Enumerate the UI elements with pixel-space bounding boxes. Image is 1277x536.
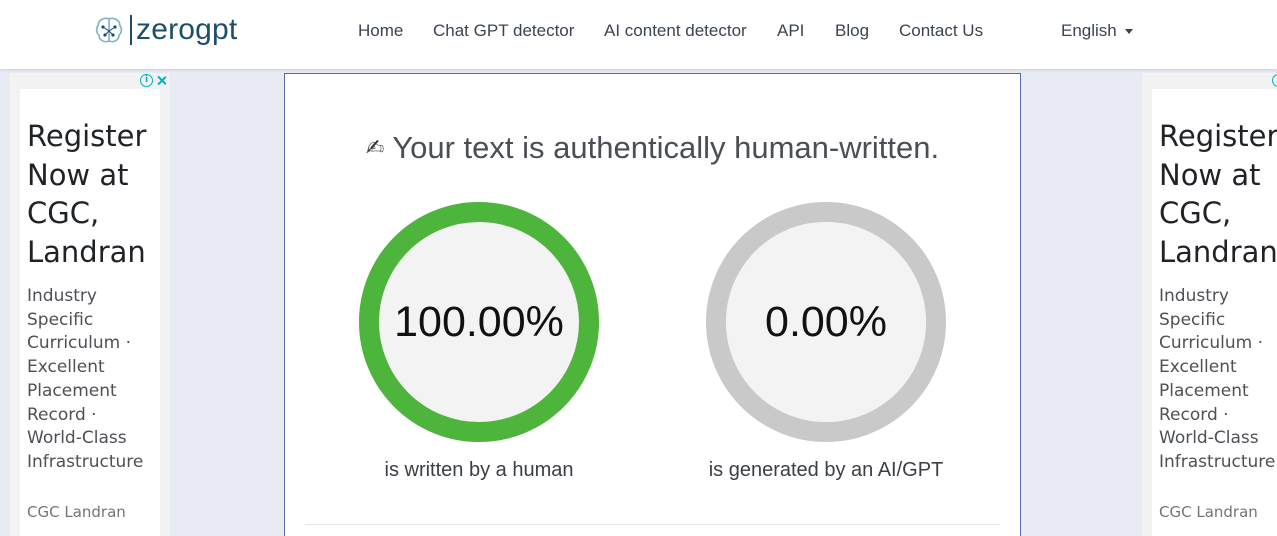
result-card: ✍ Your text is authentically human-writte…	[284, 73, 1021, 536]
top-navbar: zerogpt Home Chat GPT detector AI conten…	[0, 0, 1277, 69]
nav-home[interactable]: Home	[358, 21, 403, 41]
nav-contact-us[interactable]: Contact Us	[899, 21, 983, 41]
ad-body: Industry Specific Curriculum · Excellent…	[1159, 286, 1276, 472]
ad-body: Industry Specific Curriculum · Excellent…	[27, 286, 144, 472]
writing-hand-icon: ✍	[365, 136, 385, 161]
result-headline: ✍ Your text is authentically human-writte…	[285, 130, 1020, 166]
info-icon[interactable]: i	[1272, 74, 1277, 87]
left-ad[interactable]: i Register Now at CGC, Landran Industry …	[10, 73, 170, 536]
brand-name: zerogpt	[136, 13, 238, 46]
section-divider	[305, 524, 1000, 525]
nav-blog[interactable]: Blog	[835, 21, 869, 41]
ad-card[interactable]: Register Now at CGC, Landran Industry Sp…	[1152, 89, 1277, 536]
ad-title[interactable]: Register Now at CGC, Landran	[1159, 117, 1277, 271]
chevron-down-icon	[1124, 28, 1133, 34]
human-percentage: 100.00%	[394, 297, 564, 346]
nav-api[interactable]: API	[777, 21, 804, 41]
ad-title[interactable]: Register Now at CGC, Landran	[27, 117, 152, 271]
human-score-gauge: 100.00%	[359, 202, 599, 442]
language-dropdown[interactable]: English	[1061, 21, 1133, 41]
close-icon[interactable]	[155, 74, 168, 87]
info-icon[interactable]: i	[140, 74, 153, 87]
ad-advertiser[interactable]: CGC Landran	[27, 503, 152, 521]
language-selected: English	[1061, 21, 1117, 40]
nav-ai-content-detector[interactable]: AI content detector	[604, 21, 747, 41]
ad-controls: i	[140, 74, 168, 87]
right-ad[interactable]: i Register Now at CGC, Landran Industry …	[1142, 73, 1277, 536]
ad-controls: i	[1272, 74, 1277, 87]
nav-chat-gpt-detector[interactable]: Chat GPT detector	[433, 21, 574, 41]
zerogpt-logo[interactable]: zerogpt	[94, 12, 237, 48]
ad-advertiser[interactable]: CGC Landran	[1159, 503, 1277, 521]
human-caption: is written by a human	[384, 459, 574, 481]
headline-text: Your text is authentically human-written…	[392, 130, 940, 165]
brain-icon	[95, 17, 123, 43]
ai-percentage: 0.00%	[765, 297, 887, 346]
ai-score-gauge: 0.00%	[706, 202, 946, 442]
ai-caption: is generated by an AI/GPT	[708, 459, 944, 481]
ad-card[interactable]: Register Now at CGC, Landran Industry Sp…	[20, 89, 160, 536]
logo-divider	[130, 15, 132, 45]
